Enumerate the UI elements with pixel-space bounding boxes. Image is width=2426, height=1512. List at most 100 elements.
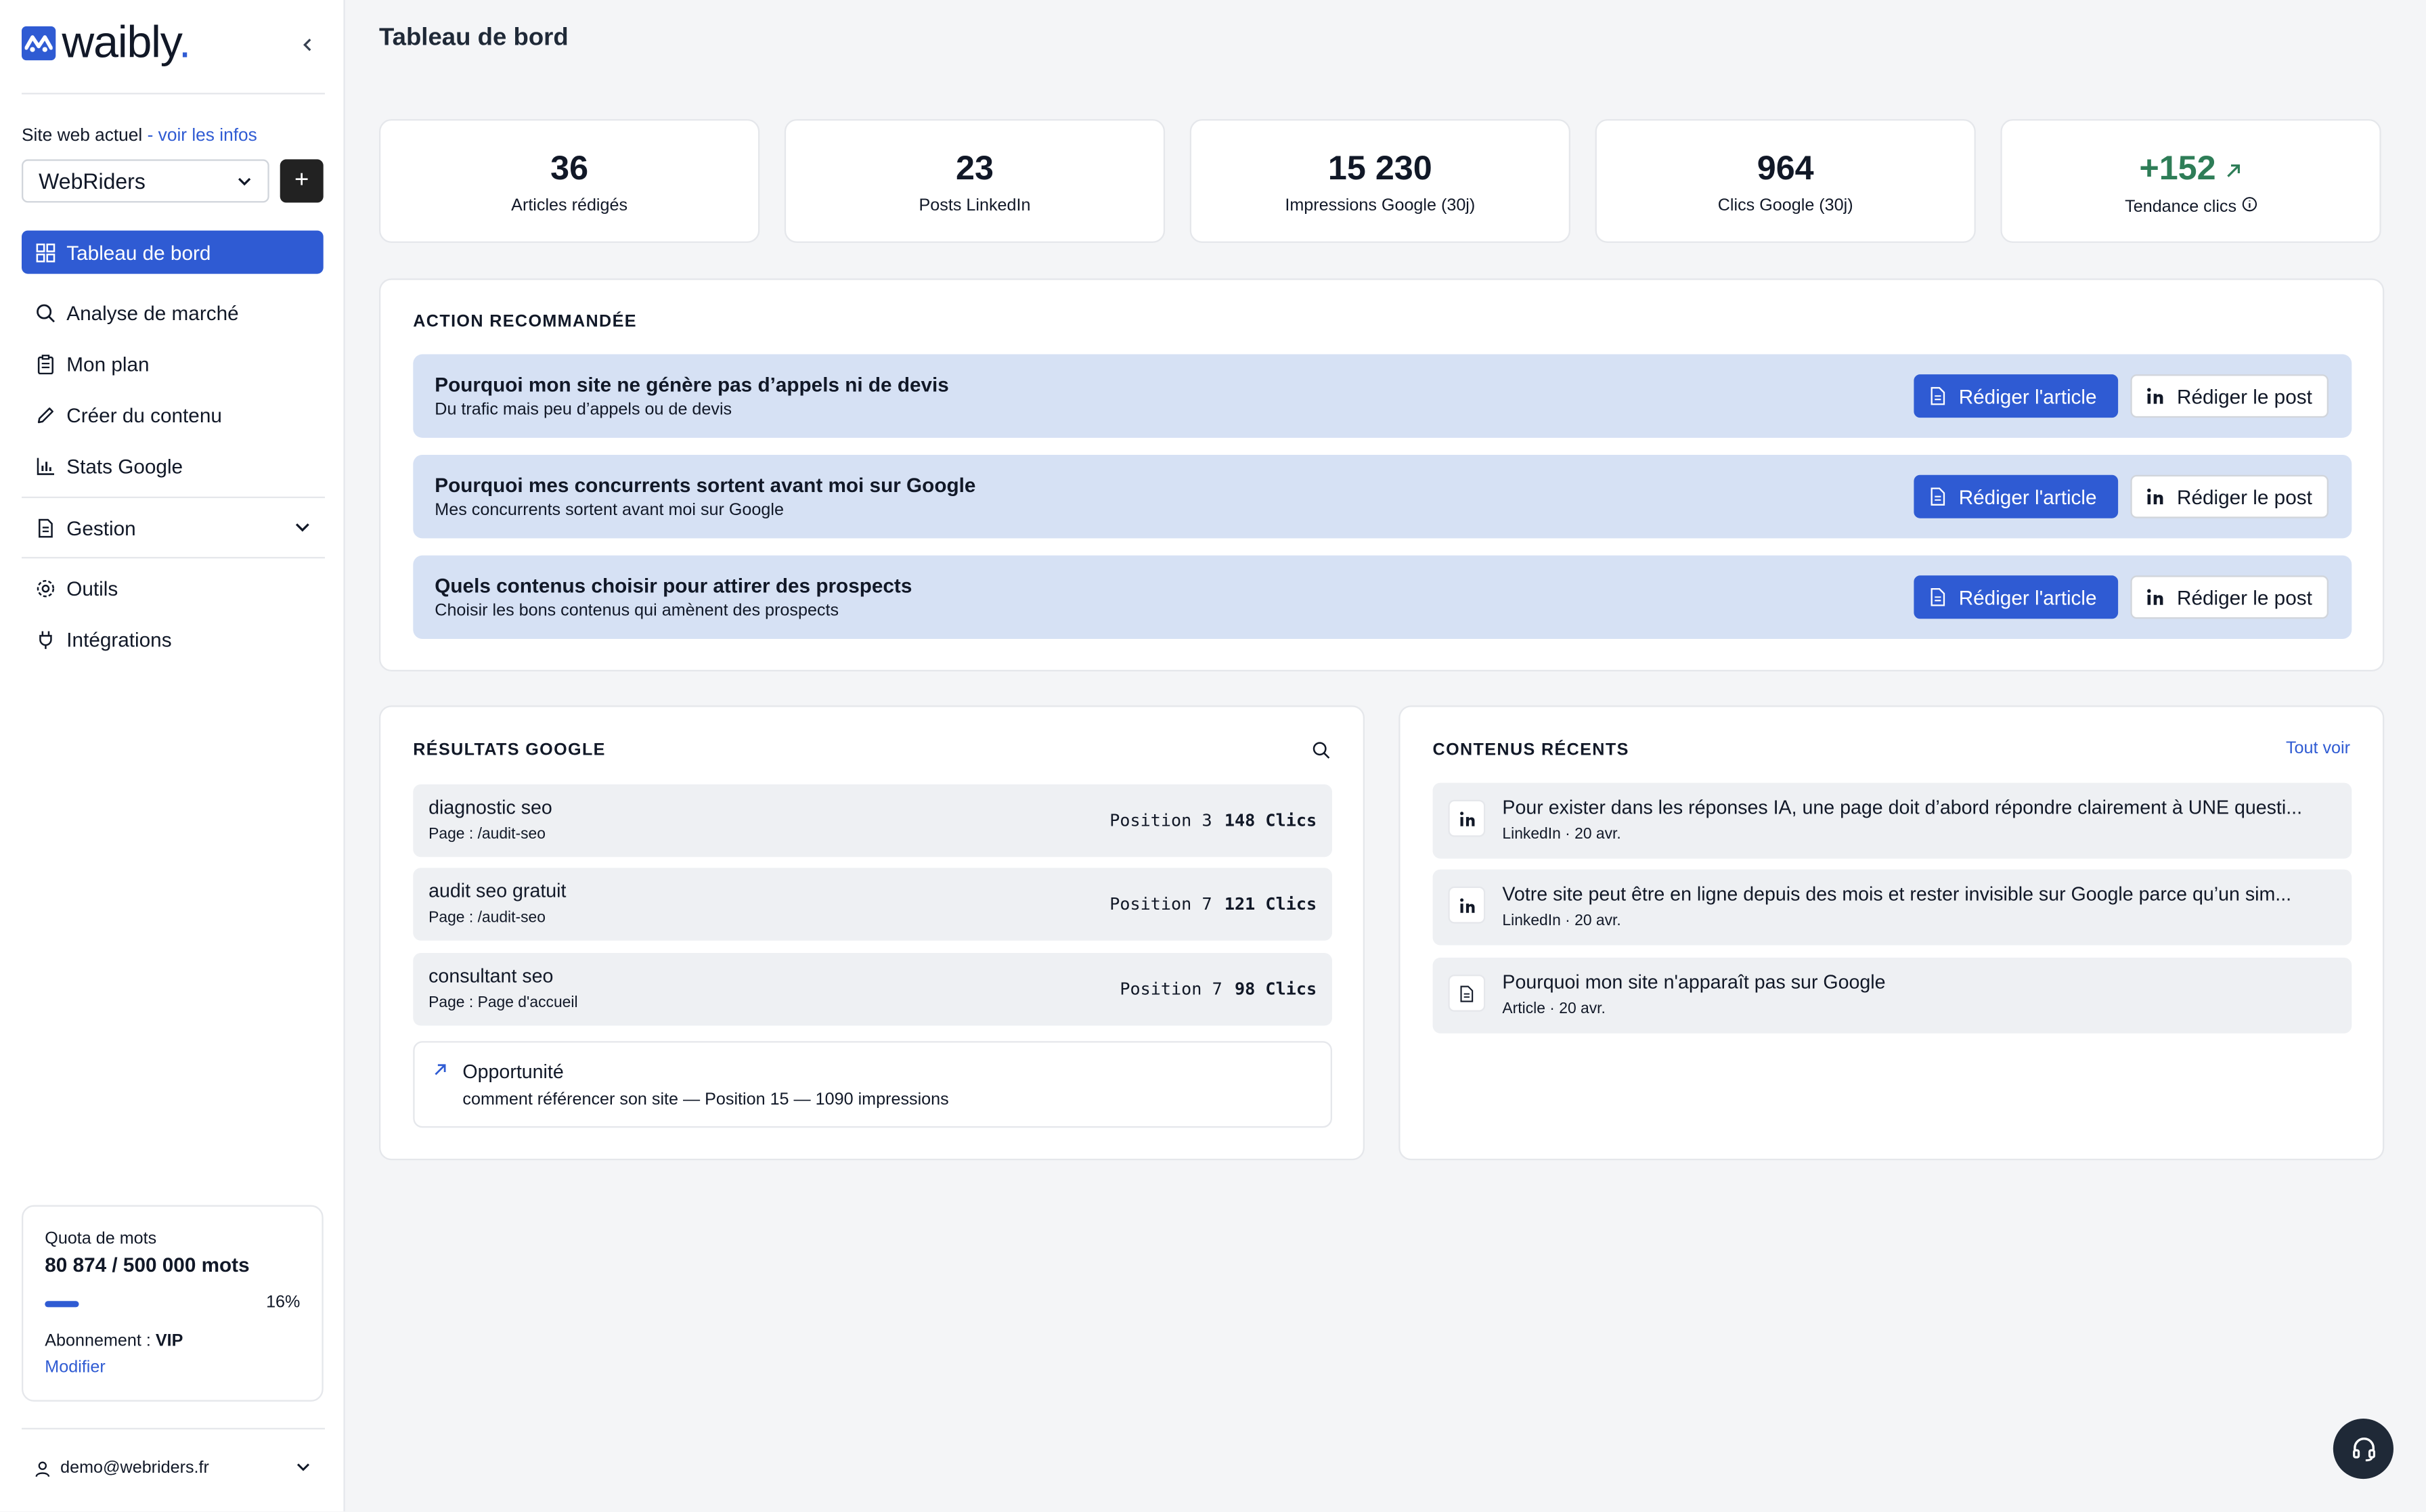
site-label: Site web actuel - voir les infos [21,127,257,146]
nav-item-creer-du-contenu[interactable]: Créer du contenu [22,393,324,437]
panel-title: RÉSULTATS GOOGLE [413,740,606,760]
result-stats: Position 3 148 Clics [1109,810,1317,831]
document-icon [34,516,56,538]
add-site-button[interactable]: + [280,159,324,203]
nav-item-integrations[interactable]: Intégrations [22,617,324,661]
stat-card-impressions: 15 230 Impressions Google (30j) [1189,118,1570,243]
action-subtitle: Mes concurrents sortent avant moi sur Go… [435,501,784,520]
quota-value: 80 874 / 500 000 mots [45,1253,250,1276]
logo[interactable]: waibly. [21,18,191,68]
chevron-left-icon [303,39,311,51]
stat-value: 36 [550,148,589,187]
opportunity-details: comment référencer son site — Position 1… [462,1090,949,1109]
stat-label: Impressions Google (30j) [1285,196,1476,215]
stat-label: Tendance clics [2002,196,2380,217]
recent-title: Votre site peut être en ligne depuis des… [1502,883,2292,906]
linkedin-icon [2146,487,2164,506]
page-title: Tableau de bord [378,24,569,51]
search-icon[interactable] [1312,741,1330,759]
subscription-label: Abonnement : VIP [45,1331,183,1351]
subscription-value: VIP [155,1331,183,1351]
action-title: Pourquoi mon site ne génère pas d’appels… [435,372,949,397]
nav-label: Gestion [66,516,136,539]
document-icon [1448,974,1486,1012]
document-icon [1929,588,1946,606]
support-button[interactable] [2333,1418,2394,1480]
opportunity-card[interactable]: Opportunité comment référencer son site … [413,1041,1332,1128]
recent-content-panel: CONTENUS RÉCENTS Tout voir Pour exister … [1398,705,2385,1161]
recent-content-item[interactable]: Votre site peut être en ligne depuis des… [1432,869,2352,946]
google-result-row[interactable]: consultant seo Page : Page d'accueil Pos… [413,952,1332,1026]
nav-item-gestion[interactable]: Gestion [22,506,324,549]
write-post-button[interactable]: Rédiger le post [2130,374,2329,418]
opportunity-title: Opportunité [462,1061,564,1083]
info-icon [2241,197,2257,212]
stat-card-clicks: 964 Clics Google (30j) [1595,118,1976,243]
user-menu[interactable]: demo@webriders.fr [22,1451,324,1485]
action-title: Pourquoi mes concurrents sortent avant m… [435,473,976,497]
logo-mark-icon [21,26,56,61]
recent-content-item[interactable]: Pourquoi mon site n'apparaît pas sur Goo… [1432,957,2352,1033]
quota-title: Quota de mots [45,1230,157,1249]
nav-item-analyse-de-marche[interactable]: Analyse de marché [22,291,324,334]
write-article-button[interactable]: Rédiger l'article [1914,575,2119,619]
write-post-button[interactable]: Rédiger le post [2130,474,2329,518]
google-results-panel: RÉSULTATS GOOGLE diagnostic seo Page : /… [378,705,1365,1161]
google-result-row[interactable]: diagnostic seo Page : /audit-seo Positio… [413,784,1332,858]
action-item: Quels contenus choisir pour attirer des … [413,555,2352,639]
user-email: demo@webriders.fr [60,1459,209,1477]
recent-title: Pour exister dans les réponses IA, une p… [1502,797,2303,819]
site-select[interactable]: WebRiders [21,159,269,203]
search-icon [34,302,56,324]
quota-percent: 16% [266,1293,301,1312]
panel-title: ACTION RECOMMANDÉE [413,312,637,332]
divider [21,93,325,95]
gear-icon [34,577,56,599]
stat-label: Posts LinkedIn [919,196,1031,215]
recent-meta: LinkedIn · 20 avr. [1502,912,1621,930]
pencil-icon [34,404,56,426]
nav-label: Analyse de marché [66,301,239,324]
action-title: Quels contenus choisir pour attirer des … [435,573,912,598]
result-page: Page : /audit-seo [428,826,546,843]
main-content: Tableau de bord 36 Articles rédigés 23 P… [347,0,2426,1511]
nav-label: Mon plan [66,351,150,376]
stat-value: 15 230 [1327,148,1432,187]
document-icon [1929,487,1946,506]
nav-item-tableau-de-bord[interactable]: Tableau de bord [21,230,324,274]
nav-label: Outils [66,576,118,600]
logo-text: waibly. [62,18,191,68]
see-all-link[interactable]: Tout voir [2286,740,2350,758]
recent-content-item[interactable]: Pour exister dans les réponses IA, une p… [1432,782,2352,859]
linkedin-icon [2146,386,2164,405]
linkedin-icon [1448,799,1486,837]
plug-icon [34,628,56,650]
nav-item-mon-plan[interactable]: Mon plan [22,342,324,385]
dashboard-icon [34,242,56,263]
site-info-link[interactable]: voir les infos [158,127,257,145]
nav-label: Stats Google [66,453,183,478]
site-select-value: WebRiders [39,169,146,194]
write-article-button[interactable]: Rédiger l'article [1914,374,2119,418]
divider [21,496,325,498]
result-page: Page : Page d'accueil [428,994,578,1012]
nav-label: Tableau de bord [66,240,211,264]
divider [21,1427,325,1429]
google-result-row[interactable]: audit seo gratuit Page : /audit-seo Posi… [413,868,1332,941]
chevron-down-icon [238,177,251,186]
panel-title: CONTENUS RÉCENTS [1432,740,1629,760]
write-article-button[interactable]: Rédiger l'article [1914,474,2119,518]
collapse-sidebar-button[interactable] [294,31,322,59]
write-post-button[interactable]: Rédiger le post [2130,575,2329,619]
recommended-actions-panel: ACTION RECOMMANDÉE Pourquoi mon site ne … [378,278,2385,671]
nav-label: Créer du contenu [66,403,222,426]
recent-title: Pourquoi mon site n'apparaît pas sur Goo… [1502,971,1886,994]
result-query: audit seo gratuit [428,880,567,902]
result-query: consultant seo [428,965,554,987]
modify-subscription-link[interactable]: Modifier [45,1358,105,1377]
stat-value: 23 [955,148,994,187]
nav-item-outils[interactable]: Outils [22,566,324,610]
bar-chart-icon [34,455,56,476]
arrow-up-right-icon [435,1064,446,1075]
nav-item-stats-google[interactable]: Stats Google [22,444,324,487]
